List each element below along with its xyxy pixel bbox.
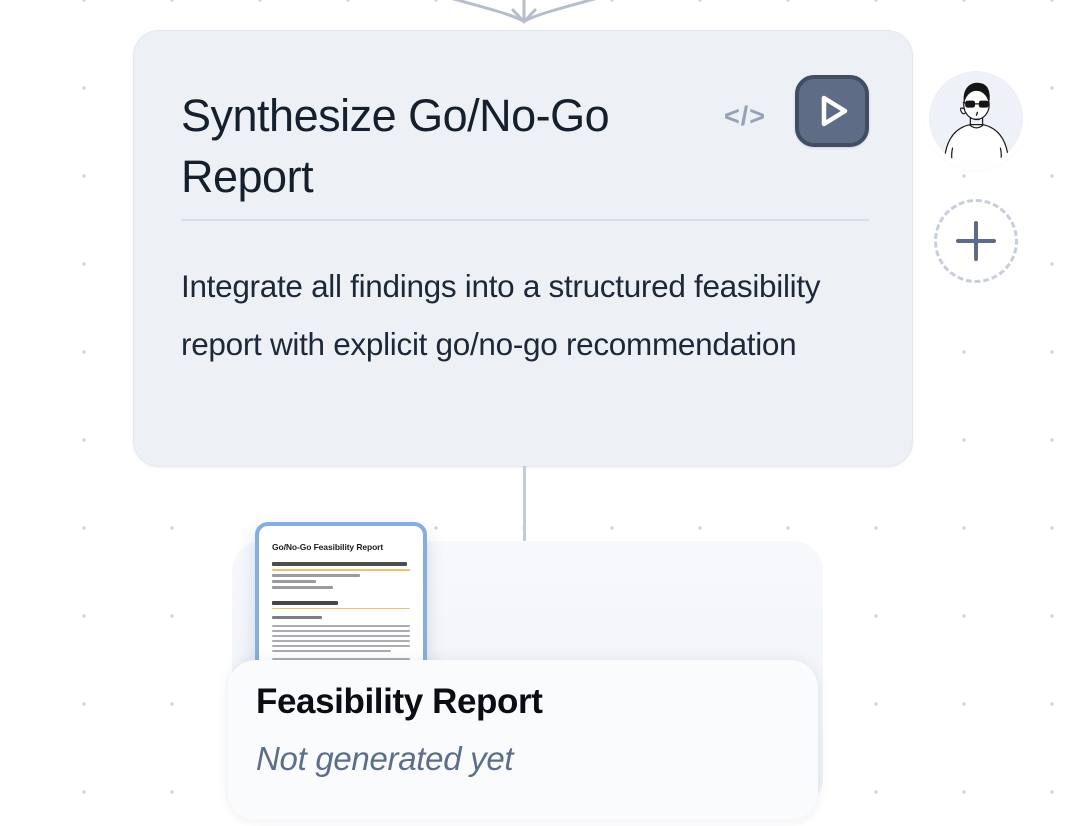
- doc-body-line: [272, 650, 391, 652]
- doc-subtitle-line: [272, 562, 407, 566]
- run-node-button[interactable]: [795, 75, 869, 147]
- node-card-synthesize-report[interactable]: Synthesize Go/No-Go Report </> Integrate…: [133, 30, 913, 467]
- add-node-button[interactable]: [934, 199, 1018, 283]
- workflow-canvas[interactable]: Synthesize Go/No-Go Report </> Integrate…: [0, 0, 1076, 826]
- doc-rule: [272, 569, 410, 571]
- doc-verdict-line: [272, 616, 322, 619]
- output-card-feasibility-report[interactable]: Feasibility Report Not generated yet: [228, 660, 818, 820]
- doc-body-line: [272, 640, 410, 642]
- play-icon: [809, 88, 855, 134]
- doc-body-line: [272, 635, 410, 637]
- divider: [181, 219, 869, 221]
- incoming-edge-arrow-icon: [0, 0, 1076, 34]
- assignee-avatar[interactable]: [929, 71, 1023, 165]
- node-title: Synthesize Go/No-Go Report: [181, 85, 741, 207]
- node-output-connector: [523, 466, 526, 542]
- output-status: Not generated yet: [256, 740, 513, 778]
- doc-meta-line: [272, 580, 316, 583]
- doc-body-line: [272, 630, 410, 632]
- doc-meta-line: [272, 586, 333, 589]
- doc-rule: [272, 608, 410, 610]
- code-icon[interactable]: </>: [719, 94, 771, 138]
- document-preview-title: Go/No-Go Feasibility Report: [272, 542, 410, 552]
- node-description: Integrate all findings into a structured…: [181, 258, 849, 373]
- plus-icon: [952, 217, 1000, 265]
- avatar-person-icon: [929, 71, 1023, 165]
- doc-section-heading: [272, 601, 338, 605]
- doc-body-line: [272, 625, 410, 627]
- doc-meta-line: [272, 574, 360, 577]
- output-title: Feasibility Report: [256, 682, 542, 722]
- doc-body-line: [272, 645, 410, 647]
